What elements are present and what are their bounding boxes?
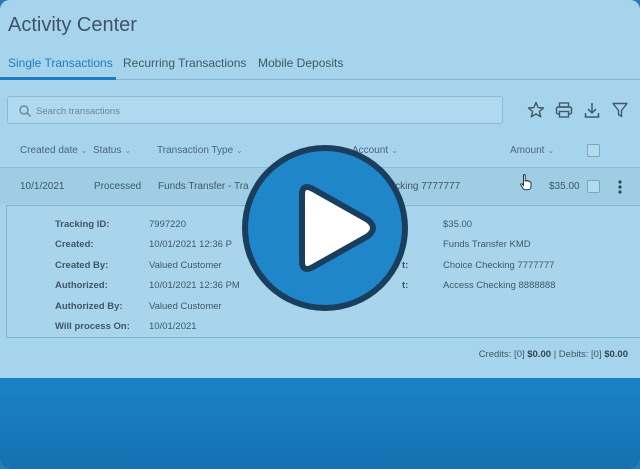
select-all-checkbox[interactable]	[587, 144, 600, 157]
detail-label: Will process On:	[55, 321, 130, 332]
tab-bar: Single Transactions Recurring Transactio…	[0, 48, 640, 80]
print-icon[interactable]	[554, 100, 574, 120]
row-checkbox[interactable]	[587, 180, 600, 193]
detail-value: 7997220	[149, 219, 186, 230]
page-title: Activity Center	[8, 14, 137, 36]
row-status: Processed	[94, 181, 142, 192]
debits-value: $0.00	[604, 349, 628, 360]
download-icon[interactable]	[582, 100, 602, 120]
hand-cursor-icon	[520, 174, 532, 191]
detail-value: Valued Customer	[149, 301, 222, 312]
tab-mobile-deposits[interactable]: Mobile Deposits	[258, 56, 343, 70]
column-status[interactable]: Status ⌄	[93, 145, 131, 156]
detail-label: Created By:	[55, 260, 109, 271]
filter-icon[interactable]	[610, 100, 630, 120]
tab-single-transactions[interactable]: Single Transactions	[8, 56, 113, 70]
row-transaction-type: Funds Transfer - Tra	[158, 181, 249, 192]
detail-value: Valued Customer	[149, 260, 222, 271]
chevron-down-icon: ⌄	[547, 146, 555, 155]
credits-label: Credits: [0]	[478, 349, 525, 360]
detail-value: 10/01/2021 12:36 PM	[149, 280, 240, 291]
chevron-down-icon: ⌄	[80, 146, 88, 155]
detail-value: 10/01/2021 12:36 P	[149, 239, 232, 250]
search-input[interactable]	[36, 101, 496, 121]
more-options-icon[interactable]	[614, 179, 626, 195]
detail-value: $35.00	[443, 219, 473, 230]
detail-value: 10/01/2021	[149, 321, 197, 332]
detail-label: Tracking ID:	[55, 219, 110, 230]
detail-label: Created:	[55, 239, 94, 250]
detail-value: Funds Transfer KMD	[443, 239, 531, 250]
detail-label: Authorized By:	[55, 301, 123, 312]
search-box[interactable]	[7, 96, 503, 124]
debits-label: Debits: [0]	[558, 349, 602, 360]
credits-value: $0.00	[527, 349, 552, 360]
detail-value: Choice Checking 7777777	[443, 260, 555, 271]
detail-label: Authorized:	[55, 280, 108, 291]
search-icon	[19, 105, 31, 117]
totals-summary: Credits: [0] $0.00 | Debits: [0] $0.00	[479, 349, 628, 360]
tab-recurring-transactions[interactable]: Recurring Transactions	[123, 56, 246, 70]
detail-value: Access Checking 8888888	[443, 280, 556, 291]
chevron-down-icon: ⌄	[124, 146, 132, 155]
column-amount[interactable]: Amount ⌄	[510, 145, 554, 156]
bottom-band	[0, 378, 640, 469]
row-date: 10/1/2021	[20, 181, 65, 192]
active-tab-indicator	[0, 77, 116, 80]
totals-separator: |	[553, 349, 557, 360]
play-button-icon[interactable]	[240, 143, 410, 313]
column-transaction-type[interactable]: Transaction Type ⌄	[157, 145, 243, 156]
row-amount: $35.00	[549, 181, 580, 192]
star-icon[interactable]	[526, 100, 546, 120]
video-thumbnail[interactable]: Activity Center Single Transactions Recu…	[0, 0, 640, 469]
column-created-date[interactable]: Created date ⌄	[20, 145, 88, 156]
